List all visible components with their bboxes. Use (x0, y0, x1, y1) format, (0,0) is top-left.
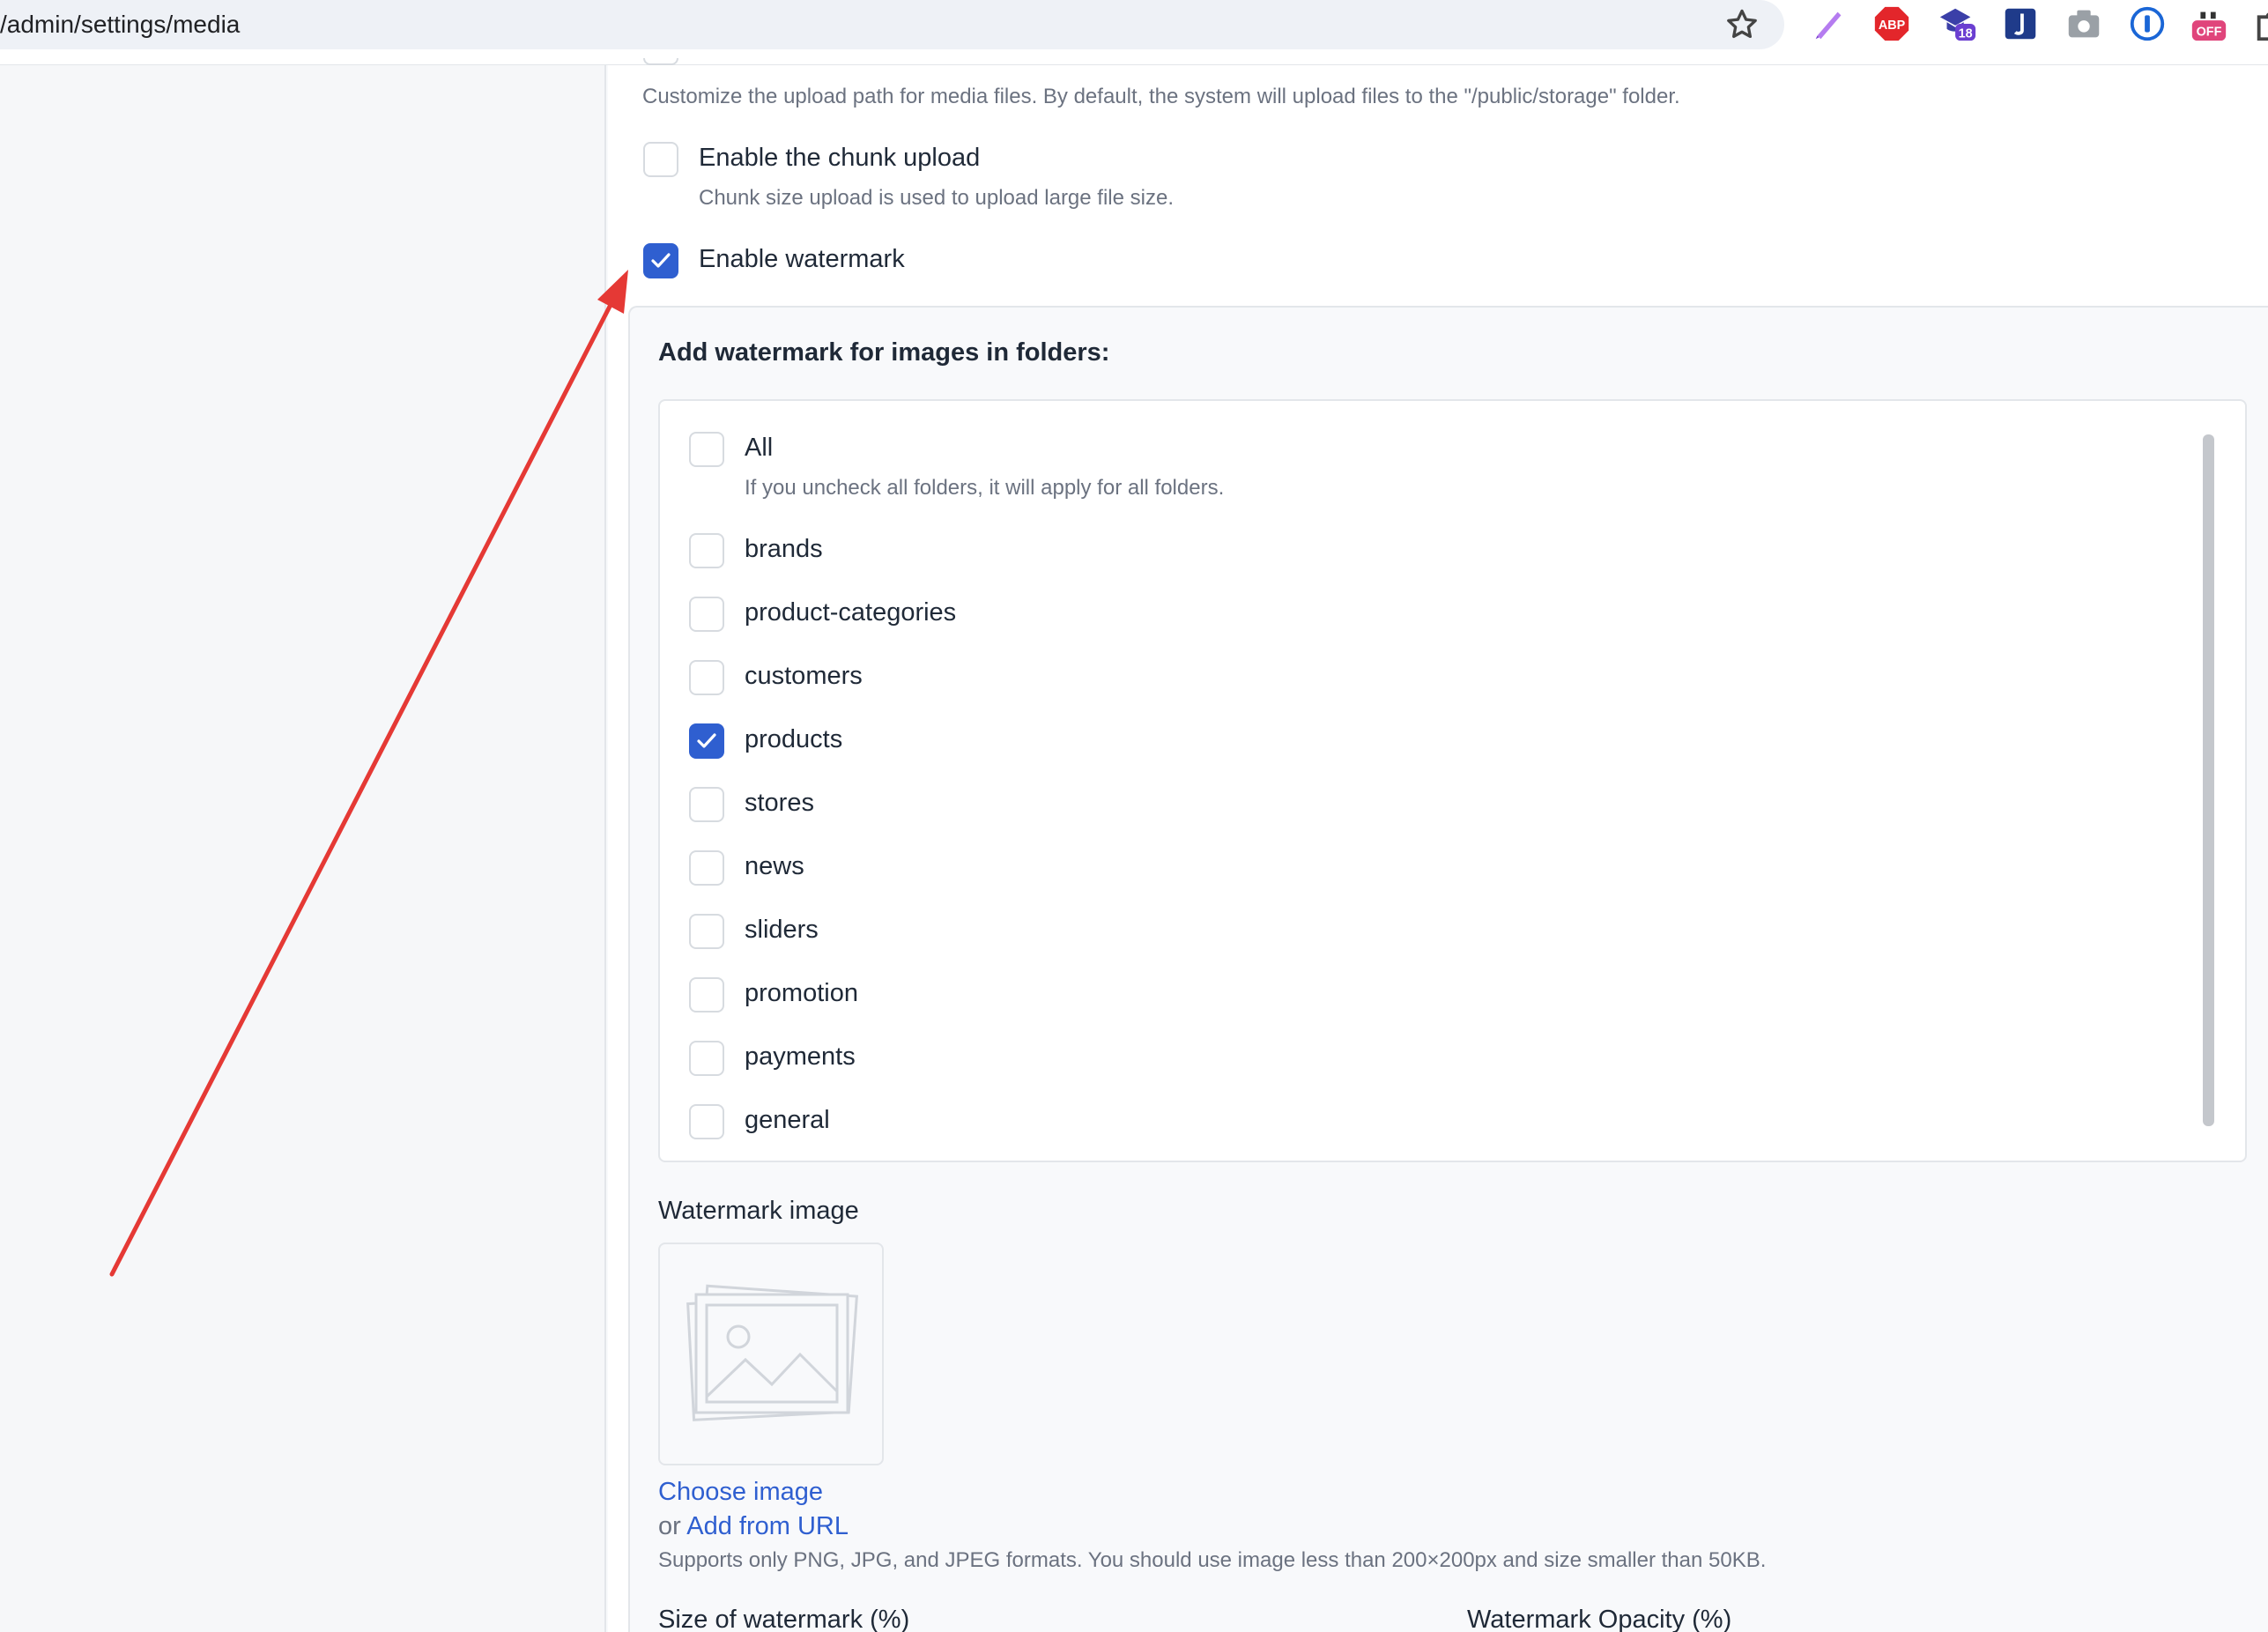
folder-all-checkbox[interactable] (689, 432, 724, 467)
watermark-opacity-label: Watermark Opacity (%) (1467, 1606, 1732, 1632)
folder-checkbox[interactable] (689, 787, 724, 822)
chunk-upload-label[interactable]: Enable the chunk upload (699, 144, 980, 173)
folder-checkbox[interactable] (689, 660, 724, 695)
address-bar-url[interactable]: /admin/settings/media (0, 11, 240, 39)
password-manager-extension-icon[interactable] (2127, 4, 2168, 44)
checkmark-icon (697, 733, 716, 748)
toggle-off-extension-icon[interactable]: OFF (2189, 4, 2229, 44)
folder-label[interactable]: general (745, 1106, 830, 1135)
adblock-label: ABP (1879, 19, 1906, 33)
upload-path-hint: Customize the upload path for media file… (642, 85, 1680, 108)
choose-image-link[interactable]: Choose image (658, 1478, 823, 1507)
add-from-url-row: or Add from URL (658, 1512, 849, 1541)
enable-watermark-label[interactable]: Enable watermark (699, 245, 905, 274)
checkmark-icon (651, 253, 671, 268)
bookmark-extension-icon[interactable] (2000, 4, 2041, 44)
folder-checkbox[interactable] (689, 914, 724, 949)
camera-extension-icon[interactable] (2064, 4, 2104, 44)
folder-label[interactable]: news (745, 852, 804, 881)
or-text: or (658, 1512, 681, 1540)
folder-checkbox[interactable] (689, 1104, 724, 1139)
pen-extension-icon[interactable] (1809, 4, 1849, 44)
watermark-image-preview[interactable] (658, 1243, 884, 1465)
address-bar[interactable]: /admin/settings/media (0, 0, 1784, 49)
folder-checkbox[interactable] (689, 977, 724, 1013)
add-from-url-link[interactable]: Add from URL (686, 1512, 849, 1540)
browser-toolbar: /admin/settings/media ABP 18 OFF (0, 0, 2268, 65)
folder-checkbox[interactable] (689, 850, 724, 886)
folder-label[interactable]: sliders (745, 916, 819, 945)
folder-list-scrollbar[interactable] (2203, 434, 2214, 1126)
folder-list: All If you uncheck all folders, it will … (658, 399, 2247, 1162)
folder-all-hint: If you uncheck all folders, it will appl… (745, 476, 1225, 500)
adblock-extension-icon[interactable]: ABP (1871, 4, 1912, 44)
folder-label[interactable]: payments (745, 1042, 856, 1072)
watermark-folders-title: Add watermark for images in folders: (658, 338, 1110, 367)
image-placeholder-icon (686, 1284, 858, 1421)
folder-checkbox[interactable] (689, 597, 724, 632)
folder-label[interactable]: product-categories (745, 598, 956, 627)
folder-all-label[interactable]: All (745, 434, 773, 463)
folder-checkbox[interactable] (689, 723, 724, 759)
folder-checkbox[interactable] (689, 1041, 724, 1076)
watermark-size-label: Size of watermark (%) (658, 1606, 910, 1632)
watermark-image-title: Watermark image (658, 1197, 859, 1225)
graduation-cap-badge: 18 (1959, 26, 1973, 41)
folder-label[interactable]: products (745, 725, 842, 754)
left-panel (0, 65, 606, 1632)
folder-label[interactable]: promotion (745, 979, 858, 1008)
folder-label[interactable]: stores (745, 789, 814, 818)
chunk-upload-checkbox[interactable] (643, 142, 678, 177)
folder-label[interactable]: brands (745, 535, 823, 564)
folder-checkbox[interactable] (689, 533, 724, 568)
watermark-image-hint: Supports only PNG, JPG, and JPEG formats… (658, 1548, 1767, 1572)
toggle-off-label: OFF (2197, 25, 2222, 39)
bookmark-star-icon[interactable] (1723, 5, 1761, 44)
chunk-upload-hint: Chunk size upload is used to upload larg… (699, 186, 1174, 210)
graduation-cap-extension-icon[interactable]: 18 (1937, 4, 1977, 44)
folder-label[interactable]: customers (745, 662, 863, 691)
puzzle-extension-icon[interactable] (2252, 4, 2268, 44)
enable-watermark-checkbox[interactable] (643, 243, 678, 278)
